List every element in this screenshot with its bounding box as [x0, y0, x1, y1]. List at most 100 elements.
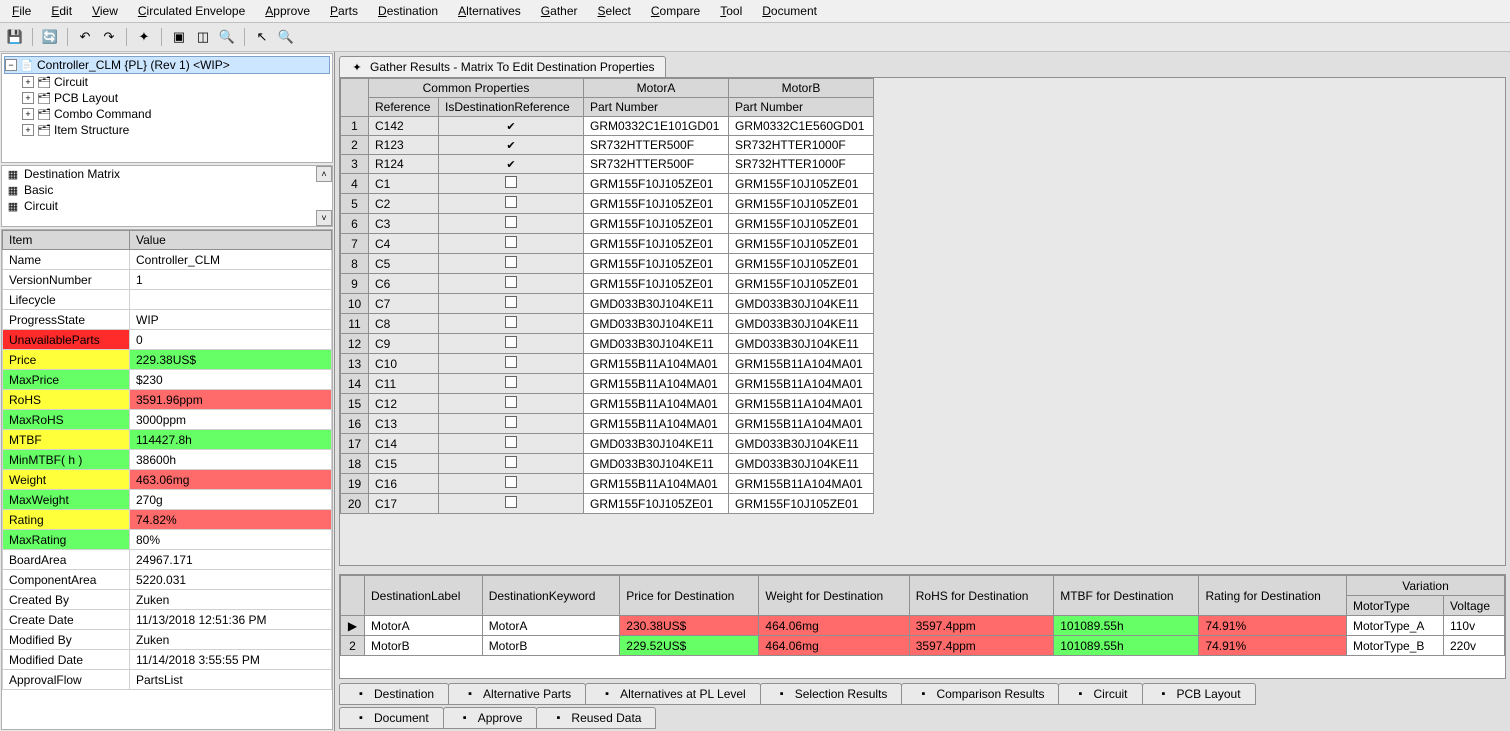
cell-isdestref[interactable]	[439, 234, 584, 254]
cell-partnum-b[interactable]: GMD033B30J104KE11	[729, 454, 874, 474]
matrix-grid[interactable]: Common Properties MotorA MotorB Referenc…	[340, 78, 1505, 565]
cell-reference[interactable]: C8	[369, 314, 439, 334]
property-row[interactable]: Lifecycle	[3, 290, 332, 310]
col-weight[interactable]: Weight for Destination	[759, 576, 909, 616]
cell-partnum-b[interactable]: GRM155F10J105ZE01	[729, 254, 874, 274]
menu-view[interactable]: View	[84, 2, 126, 20]
cell-partnum-b[interactable]: SR732HTTER1000F	[729, 136, 874, 155]
cell-reference[interactable]: C5	[369, 254, 439, 274]
tree-item-combo-command[interactable]: +🗂Combo Command	[4, 106, 330, 122]
tab-approve[interactable]: ▪Approve	[443, 707, 538, 729]
matrix-row[interactable]: 3R124SR732HTTER500FSR732HTTER1000F	[341, 155, 874, 174]
menu-circulated-envelope[interactable]: Circulated Envelope	[130, 2, 253, 20]
expand-icon[interactable]: +	[22, 92, 34, 104]
cell-rohs[interactable]: 3597.4ppm	[909, 616, 1053, 636]
cell-partnum-a[interactable]: GRM0332C1E101GD01	[584, 117, 729, 136]
list-item[interactable]: ▦Circuit	[2, 198, 332, 214]
menu-gather[interactable]: Gather	[533, 2, 586, 20]
tree-root[interactable]: − 📄 Controller_CLM {PL} (Rev 1) <WIP>	[4, 56, 330, 74]
cell-price[interactable]: 230.38US$	[620, 616, 759, 636]
colgroup-variation[interactable]: Variation	[1347, 576, 1505, 596]
checkbox-icon[interactable]	[505, 176, 517, 188]
cell-isdestref[interactable]	[439, 155, 584, 174]
cell-partnum-a[interactable]: GRM155B11A104MA01	[584, 354, 729, 374]
cell-mtbf[interactable]: 101089.55h	[1054, 636, 1199, 656]
cell-reference[interactable]: C10	[369, 354, 439, 374]
cell-destkeyword[interactable]: MotorB	[482, 636, 620, 656]
matrix-row[interactable]: 19C16GRM155B11A104MA01GRM155B11A104MA01	[341, 474, 874, 494]
property-row[interactable]: ComponentArea5220.031	[3, 570, 332, 590]
colgroup-motorb[interactable]: MotorB	[729, 79, 874, 98]
property-row[interactable]: Modified ByZuken	[3, 630, 332, 650]
cell-reference[interactable]: C12	[369, 394, 439, 414]
checkbox-icon[interactable]	[505, 396, 517, 408]
cell-partnum-a[interactable]: GRM155B11A104MA01	[584, 394, 729, 414]
cell-isdestref[interactable]	[439, 254, 584, 274]
cell-isdestref[interactable]	[439, 136, 584, 155]
cell-reference[interactable]: C13	[369, 414, 439, 434]
refresh-icon[interactable]: 🔄	[39, 26, 61, 48]
save-icon[interactable]: 💾	[4, 26, 26, 48]
cell-voltage[interactable]: 220v	[1443, 636, 1504, 656]
col-value[interactable]: Value	[130, 231, 332, 250]
col-mtbf[interactable]: MTBF for Destination	[1054, 576, 1199, 616]
cell-weight[interactable]: 464.06mg	[759, 636, 909, 656]
property-row[interactable]: ProgressStateWIP	[3, 310, 332, 330]
menu-document[interactable]: Document	[754, 2, 825, 20]
checkbox-icon[interactable]	[505, 376, 517, 388]
cell-reference[interactable]: C3	[369, 214, 439, 234]
property-row[interactable]: UnavailableParts0	[3, 330, 332, 350]
tool-icon[interactable]: ▣	[168, 26, 190, 48]
cell-partnum-a[interactable]: GRM155B11A104MA01	[584, 414, 729, 434]
cell-partnum-a[interactable]: SR732HTTER500F	[584, 155, 729, 174]
project-tree[interactable]: − 📄 Controller_CLM {PL} (Rev 1) <WIP> +🗂…	[1, 53, 333, 163]
cell-isdestref[interactable]	[439, 194, 584, 214]
cell-reference[interactable]: C16	[369, 474, 439, 494]
spin-down-icon[interactable]: ˅	[316, 210, 332, 226]
cell-isdestref[interactable]	[439, 494, 584, 514]
col-partnum-a[interactable]: Part Number	[584, 98, 729, 117]
cell-reference[interactable]: C1	[369, 174, 439, 194]
cell-reference[interactable]: C6	[369, 274, 439, 294]
matrix-row[interactable]: 6C3GRM155F10J105ZE01GRM155F10J105ZE01	[341, 214, 874, 234]
checkbox-icon[interactable]	[505, 476, 517, 488]
cell-isdestref[interactable]	[439, 214, 584, 234]
checkbox-icon[interactable]	[505, 416, 517, 428]
cell-rating[interactable]: 74.91%	[1199, 616, 1347, 636]
cell-isdestref[interactable]	[439, 117, 584, 136]
cell-isdestref[interactable]	[439, 174, 584, 194]
tab-reused-data[interactable]: ▪Reused Data	[536, 707, 656, 729]
cell-isdestref[interactable]	[439, 414, 584, 434]
cell-mtbf[interactable]: 101089.55h	[1054, 616, 1199, 636]
cell-partnum-b[interactable]: GRM155F10J105ZE01	[729, 194, 874, 214]
checkbox-icon[interactable]	[505, 336, 517, 348]
matrix-row[interactable]: 16C13GRM155B11A104MA01GRM155B11A104MA01	[341, 414, 874, 434]
matrix-row[interactable]: 20C17GRM155F10J105ZE01GRM155F10J105ZE01	[341, 494, 874, 514]
property-row[interactable]: MTBF114427.8h	[3, 430, 332, 450]
property-row[interactable]: VersionNumber1	[3, 270, 332, 290]
cell-voltage[interactable]: 110v	[1443, 616, 1504, 636]
property-row[interactable]: ApprovalFlowPartsList	[3, 670, 332, 690]
checkbox-icon[interactable]	[505, 276, 517, 288]
cell-rohs[interactable]: 3597.4ppm	[909, 636, 1053, 656]
property-row[interactable]: Modified Date11/14/2018 3:55:55 PM	[3, 650, 332, 670]
col-voltage[interactable]: Voltage	[1443, 596, 1504, 616]
menu-destination[interactable]: Destination	[370, 2, 446, 20]
wand-icon[interactable]: ✦	[133, 26, 155, 48]
cell-partnum-a[interactable]: GRM155F10J105ZE01	[584, 194, 729, 214]
cell-reference[interactable]: C14	[369, 434, 439, 454]
cell-weight[interactable]: 464.06mg	[759, 616, 909, 636]
checkbox-icon[interactable]	[505, 496, 517, 508]
cell-partnum-a[interactable]: GRM155F10J105ZE01	[584, 174, 729, 194]
property-row[interactable]: Rating74.82%	[3, 510, 332, 530]
tree-item-item-structure[interactable]: +🗂Item Structure	[4, 122, 330, 138]
property-row[interactable]: BoardArea24967.171	[3, 550, 332, 570]
checkbox-icon[interactable]	[505, 196, 517, 208]
cell-partnum-b[interactable]: GMD033B30J104KE11	[729, 334, 874, 354]
matrix-row[interactable]: 10C7GMD033B30J104KE11GMD033B30J104KE11	[341, 294, 874, 314]
cell-reference[interactable]: C17	[369, 494, 439, 514]
property-grid[interactable]: Item Value NameController_CLMVersionNumb…	[1, 229, 333, 730]
colgroup-motora[interactable]: MotorA	[584, 79, 729, 98]
cell-partnum-b[interactable]: GRM155F10J105ZE01	[729, 234, 874, 254]
col-rating[interactable]: Rating for Destination	[1199, 576, 1347, 616]
